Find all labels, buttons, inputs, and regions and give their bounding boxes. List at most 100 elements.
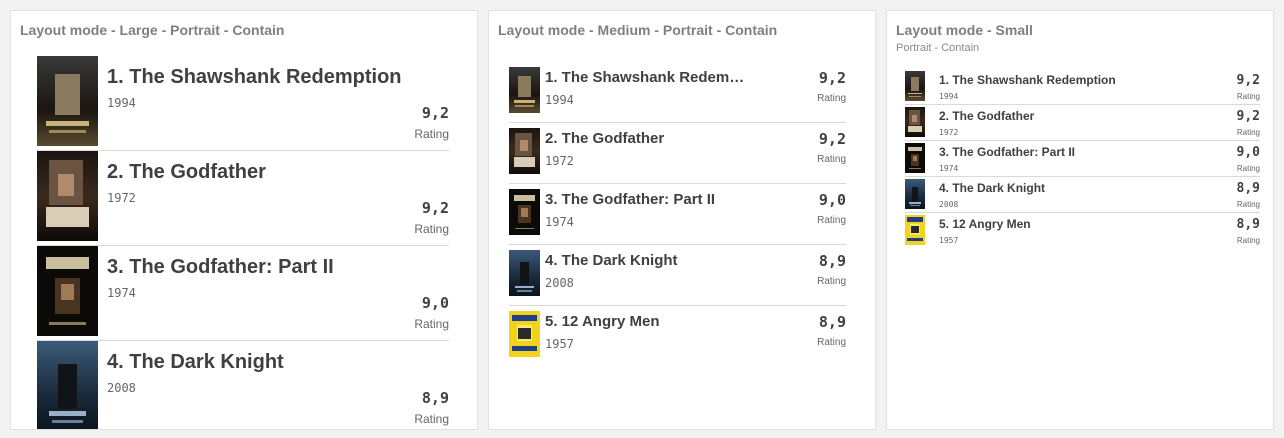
poster-image xyxy=(37,246,98,336)
poster-shape xyxy=(912,114,917,122)
poster-shape xyxy=(519,261,530,285)
list-item[interactable]: 1. The Shawshank Redemption 1994 9,2 Rating xyxy=(37,56,449,151)
list-item[interactable]: 2. The Godfather 1972 9,2 Rating xyxy=(37,151,449,246)
rating-value: 9,2 xyxy=(1236,109,1260,124)
poster-image xyxy=(509,128,540,174)
poster-image xyxy=(905,179,925,209)
poster-image xyxy=(37,56,98,146)
list-item[interactable]: 2. The Godfather 1972 9,2 Rating xyxy=(509,123,846,184)
rating-label: Rating xyxy=(414,412,449,426)
poster-shape xyxy=(515,285,534,289)
poster-shape xyxy=(907,217,923,222)
kpi-panel-small: Layout mode - Small Portrait - Contain 1… xyxy=(886,10,1274,430)
poster-shape xyxy=(49,129,86,134)
list-item[interactable]: 2. The Godfather 1972 9,2 Rating xyxy=(905,105,1260,141)
item-title: 5. 12 Angry Men xyxy=(939,217,1031,231)
poster-shape xyxy=(513,194,536,201)
rating-value: 8,9 xyxy=(818,252,846,270)
poster-shape xyxy=(907,237,923,242)
rating-value: 9,2 xyxy=(818,69,846,87)
item-title: 4. The Dark Knight xyxy=(545,252,678,269)
list-item[interactable]: 4. The Dark Knight 2008 8,9 Rating xyxy=(905,177,1260,213)
item-year: 1972 xyxy=(107,191,136,205)
rating-value: 9,0 xyxy=(1236,145,1260,160)
poster-image xyxy=(905,107,925,137)
poster-shape xyxy=(908,92,922,95)
item-title: 2. The Godfather xyxy=(107,161,266,183)
list-item[interactable]: 5. 12 Angry Men 1957 8,9 Rating xyxy=(905,213,1260,249)
list-item[interactable]: 4. The Dark Knight 2008 8,9 Rating xyxy=(37,341,449,429)
poster-shape xyxy=(521,208,528,217)
rating-label: Rating xyxy=(817,93,846,104)
poster-image xyxy=(905,215,925,245)
poster-shape xyxy=(913,155,917,161)
rating-label: Rating xyxy=(817,276,846,287)
poster-shape xyxy=(908,125,922,133)
list-item[interactable]: 3. The Godfather: Part II 1974 9,0 Rating xyxy=(37,246,449,341)
rating-label: Rating xyxy=(1236,128,1260,137)
rating-value: 9,0 xyxy=(818,191,846,209)
poster-shape xyxy=(515,227,534,230)
poster-shape xyxy=(909,95,921,97)
rating-value: 9,2 xyxy=(421,199,449,217)
poster-shape xyxy=(61,283,74,300)
panel-subtitle: Portrait - Contain xyxy=(896,42,980,54)
poster-shape xyxy=(518,76,531,97)
item-year: 1994 xyxy=(939,92,959,101)
list-item[interactable]: 3. The Godfather: Part II 1974 9,0 Rating xyxy=(509,184,846,245)
list-item[interactable]: 5. 12 Angry Men 1957 8,9 Rating xyxy=(509,306,846,367)
poster-shape xyxy=(58,363,77,409)
item-title: 3. The Godfather: Part II xyxy=(107,256,334,278)
poster-image xyxy=(37,341,98,429)
list-item[interactable]: 1. The Shawshank Redemption 1994 9,2 Rating xyxy=(905,69,1260,105)
rating-value: 8,9 xyxy=(818,313,846,331)
poster-shape xyxy=(55,74,80,115)
poster-shape xyxy=(912,186,918,202)
item-year: 1994 xyxy=(545,93,574,107)
poster-image xyxy=(509,189,540,235)
poster-shape xyxy=(46,206,89,227)
list-item[interactable]: 4. The Dark Knight 2008 8,9 Rating xyxy=(509,245,846,306)
item-year: 1972 xyxy=(939,128,959,137)
rating-label: Rating xyxy=(414,127,449,141)
rating-label: Rating xyxy=(817,154,846,165)
rating-label: Rating xyxy=(817,337,846,348)
movie-list: 1. The Shawshank Redem… 1994 9,2 Rating 2. T… xyxy=(509,62,846,367)
list-item[interactable]: 3. The Godfather: Part II 1974 9,0 Rating xyxy=(905,141,1260,177)
item-year: 1957 xyxy=(545,337,574,351)
rating-label: Rating xyxy=(414,222,449,236)
poster-shape xyxy=(910,205,920,207)
item-year: 1994 xyxy=(107,96,136,110)
rating-value: 9,2 xyxy=(421,104,449,122)
rating-value: 9,2 xyxy=(818,130,846,148)
item-year: 2008 xyxy=(939,200,959,209)
poster-shape xyxy=(516,290,533,292)
poster-shape xyxy=(46,120,89,127)
rating-value: 9,2 xyxy=(1236,73,1260,88)
poster-shape xyxy=(512,345,537,352)
poster-shape xyxy=(52,420,83,423)
poster-shape xyxy=(513,100,536,103)
poster-image xyxy=(509,67,540,113)
poster-shape xyxy=(515,104,534,107)
item-year: 2008 xyxy=(107,381,136,395)
rating-label: Rating xyxy=(1236,164,1260,173)
poster-shape xyxy=(46,256,89,270)
item-title: 4. The Dark Knight xyxy=(939,181,1046,195)
list-item[interactable]: 1. The Shawshank Redem… 1994 9,2 Rating xyxy=(509,62,846,123)
item-title: 1. The Shawshank Redemption xyxy=(107,66,402,88)
poster-shape xyxy=(911,77,919,91)
item-title: 3. The Godfather: Part II xyxy=(545,191,716,208)
panel-title: Layout mode - Small xyxy=(896,22,1033,38)
rating-label: Rating xyxy=(817,215,846,226)
movie-list: 1. The Shawshank Redemption 1994 9,2 Rating… xyxy=(37,56,449,429)
poster-shape xyxy=(909,202,921,204)
poster-shape xyxy=(908,146,922,151)
kpi-panel-large: Layout mode - Large - Portrait - Contain… xyxy=(10,10,478,430)
item-title: 1. The Shawshank Redem… xyxy=(545,69,745,86)
item-title: 2. The Godfather xyxy=(939,109,1035,123)
poster-shape xyxy=(49,411,86,416)
poster-shape xyxy=(909,168,921,170)
poster-shape xyxy=(58,173,74,196)
item-title: 1. The Shawshank Redemption xyxy=(939,73,1116,87)
